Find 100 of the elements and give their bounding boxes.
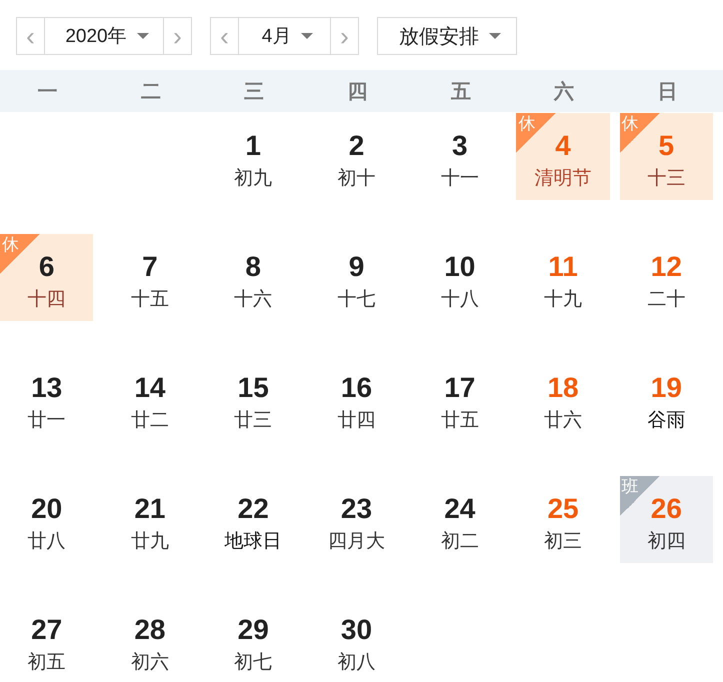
weekday-label: 日 — [657, 80, 678, 104]
lunar-date: 十一 — [440, 167, 479, 191]
weekday-label: 六 — [554, 80, 574, 104]
day-number: 13 — [31, 371, 62, 405]
day-cell[interactable]: 29 初七 — [206, 597, 300, 682]
day-cell[interactable]: 休 5 十三 — [620, 113, 713, 200]
day-number: 10 — [444, 250, 476, 284]
day-cell[interactable]: 1 初九 — [206, 113, 300, 200]
day-cell[interactable]: 12 二十 — [620, 234, 713, 321]
day-cell[interactable]: 2 初十 — [310, 113, 404, 200]
day-cell[interactable]: 19 谷雨 — [620, 355, 713, 442]
lunar-date: 十八 — [440, 288, 479, 312]
lunar-date: 初五 — [28, 651, 66, 675]
lunar-date: 廿四 — [337, 409, 376, 433]
lunar-date: 初十 — [337, 167, 376, 191]
day-number: 18 — [547, 371, 579, 405]
lunar-date: 廿三 — [234, 409, 272, 433]
day-number: 12 — [650, 250, 682, 284]
day-number: 17 — [444, 371, 476, 405]
lunar-date: 廿一 — [28, 409, 66, 433]
lunar-date: 初六 — [130, 651, 169, 675]
day-number: 1 — [245, 129, 261, 163]
caret-icon — [136, 33, 149, 39]
lunar-date: 初八 — [337, 651, 376, 675]
day-cell[interactable]: 25 初三 — [516, 476, 610, 563]
lunar-date: 清明节 — [534, 167, 592, 191]
day-badge: 休 — [620, 113, 660, 153]
weekday-label: 二 — [140, 80, 161, 104]
lunar-date: 四月大 — [328, 530, 385, 554]
lunar-date: 初九 — [234, 167, 272, 191]
day-badge: 休 — [0, 234, 40, 274]
day-number: 26 — [650, 492, 682, 526]
lunar-date: 廿九 — [130, 530, 169, 554]
day-cell[interactable]: 16 廿四 — [310, 355, 404, 442]
day-cell[interactable]: 30 初八 — [310, 597, 404, 682]
day-cell[interactable]: 9 十七 — [310, 234, 404, 321]
weekday-label: 五 — [450, 80, 471, 104]
day-cell[interactable]: 18 廿六 — [516, 355, 610, 442]
day-cell[interactable]: 13 廿一 — [0, 355, 94, 442]
day-number: 9 — [348, 250, 364, 284]
day-number: 29 — [238, 613, 269, 647]
day-cell[interactable]: 27 初五 — [0, 597, 94, 682]
lunar-date: 廿二 — [130, 409, 169, 433]
day-number: 14 — [134, 371, 166, 405]
day-number: 19 — [650, 371, 682, 405]
lunar-date: 十四 — [28, 288, 66, 312]
weekday-label: 一 — [38, 80, 58, 104]
lunar-date: 廿六 — [544, 409, 582, 433]
day-cell[interactable]: 7 十五 — [103, 234, 197, 321]
day-cell[interactable]: 10 十八 — [413, 234, 506, 321]
day-cell[interactable]: 班 26 初四 — [620, 476, 713, 563]
day-cell[interactable]: 休 6 十四 — [0, 234, 94, 321]
day-cell[interactable]: 11 十九 — [516, 234, 610, 321]
lunar-date: 廿五 — [440, 409, 479, 433]
day-number: 20 — [31, 492, 62, 526]
day-number: 3 — [452, 129, 468, 163]
lunar-date: 初七 — [234, 651, 272, 675]
lunar-date: 初四 — [647, 530, 686, 554]
holiday-dropdown[interactable]: 放假安排 — [377, 17, 517, 55]
day-number: 23 — [340, 492, 372, 526]
day-cell[interactable]: 28 初六 — [103, 597, 197, 682]
lunar-date: 十九 — [544, 288, 582, 312]
caret-icon — [301, 33, 314, 39]
lunar-date: 谷雨 — [647, 409, 686, 433]
day-cell[interactable]: 23 四月大 — [310, 476, 404, 563]
day-cell[interactable]: 22 地球日 — [206, 476, 300, 563]
day-cell[interactable]: 15 廿三 — [206, 355, 300, 442]
day-cell[interactable]: 17 廿五 — [413, 355, 506, 442]
lunar-date: 地球日 — [224, 530, 282, 554]
day-cell[interactable]: 3 十一 — [413, 113, 506, 200]
day-badge: 休 — [516, 113, 556, 153]
day-number: 27 — [31, 613, 62, 647]
day-cell[interactable]: 14 廿二 — [103, 355, 197, 442]
day-number: 16 — [340, 371, 372, 405]
month-dropdown[interactable]: 4月 — [238, 17, 331, 55]
lunar-date: 十六 — [234, 288, 272, 312]
day-number: 28 — [134, 613, 166, 647]
day-cell[interactable]: 休 4 清明节 — [516, 113, 610, 200]
day-number: 22 — [238, 492, 269, 526]
weekday-label: 四 — [347, 80, 368, 104]
day-number: 25 — [547, 492, 579, 526]
caret-icon — [489, 33, 501, 39]
day-number: 7 — [142, 250, 158, 284]
lunar-date: 十五 — [130, 288, 169, 312]
day-cell[interactable]: 24 初二 — [413, 476, 506, 563]
lunar-date: 十七 — [337, 288, 376, 312]
day-cell[interactable]: 20 廿八 — [0, 476, 94, 563]
day-cell[interactable]: 8 十六 — [206, 234, 300, 321]
day-number: 15 — [238, 371, 269, 405]
lunar-date: 初三 — [544, 530, 582, 554]
lunar-date: 廿八 — [28, 530, 66, 554]
day-number: 4 — [555, 129, 571, 163]
year-dropdown[interactable]: 2020年 — [44, 17, 164, 55]
day-cell[interactable]: 21 廿九 — [103, 476, 197, 563]
lunar-date: 二十 — [647, 288, 686, 312]
day-number: 21 — [134, 492, 166, 526]
lunar-date: 初二 — [440, 530, 479, 554]
day-number: 5 — [658, 129, 674, 163]
day-number: 8 — [245, 250, 261, 284]
day-number: 24 — [444, 492, 476, 526]
